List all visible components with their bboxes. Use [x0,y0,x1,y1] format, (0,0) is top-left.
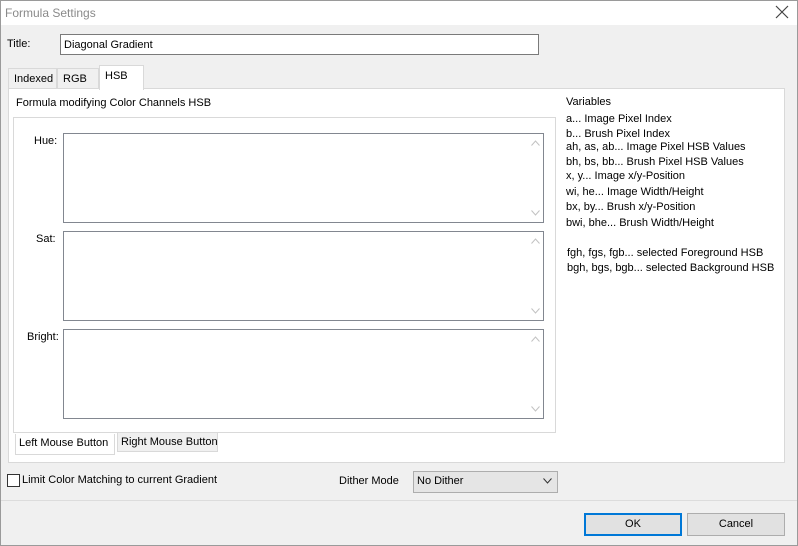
limit-color-matching-label: Limit Color Matching to current Gradient [22,474,218,486]
hue-scrollbar[interactable] [528,134,543,222]
tab-rgb[interactable]: RGB [57,68,99,88]
variable-item: wi, he... Image Width/Height [566,186,704,198]
tab-right-mouse-button[interactable]: Right Mouse Button [117,433,218,452]
variable-item: x, y... Image x/y-Position [566,170,686,182]
hue-formula-input[interactable] [63,133,544,223]
bright-label: Bright: [27,331,59,343]
tab-left-mouse-button[interactable]: Left Mouse Button [15,434,115,455]
variable-item: ah, as, ab... Image Pixel HSB Values [566,141,746,153]
variable-item: a... Image Pixel Index [566,113,672,125]
variable-item: fgh, fgs, fgb... selected Foreground HSB [567,247,764,259]
variable-item: bwi, bhe... Brush Width/Height [566,217,714,229]
variable-item: bh, bs, bb... Brush Pixel HSB Values [566,156,744,168]
tab-indexed[interactable]: Indexed [8,68,57,88]
dither-mode-label: Dither Mode [339,475,399,487]
bright-scrollbar[interactable] [528,330,543,418]
ok-button[interactable]: OK [584,513,682,536]
title-input[interactable] [60,34,539,55]
chevron-down-icon [543,478,552,484]
scroll-up-icon [531,238,540,244]
sat-formula-input[interactable] [63,231,544,321]
dither-mode-value: No Dither [417,475,464,487]
cancel-button[interactable]: Cancel [687,513,785,536]
scroll-down-icon [531,210,540,216]
dither-mode-select[interactable]: No Dither [413,471,558,493]
title-bar: Formula Settings [1,1,797,25]
formula-heading: Formula modifying Color Channels HSB [16,97,212,109]
footer-divider [1,500,797,501]
close-icon [775,5,789,19]
title-label: Title: [7,38,31,50]
sat-scrollbar[interactable] [528,232,543,320]
sat-label: Sat: [36,233,56,245]
variables-heading: Variables [566,96,612,108]
scroll-up-icon [531,140,540,146]
scroll-down-icon [531,406,540,412]
variable-item: bx, by... Brush x/y-Position [566,201,696,213]
scroll-up-icon [531,336,540,342]
limit-color-matching-checkbox[interactable] [7,474,20,487]
window-title: Formula Settings [5,6,96,20]
scroll-down-icon [531,308,540,314]
tab-hsb[interactable]: HSB [99,65,144,90]
bright-formula-input[interactable] [63,329,544,419]
hue-label: Hue: [34,135,58,147]
variable-item: bgh, bgs, bgb... selected Background HSB [567,262,775,274]
close-button[interactable] [770,2,794,22]
variable-item: b... Brush Pixel Index [566,128,670,140]
